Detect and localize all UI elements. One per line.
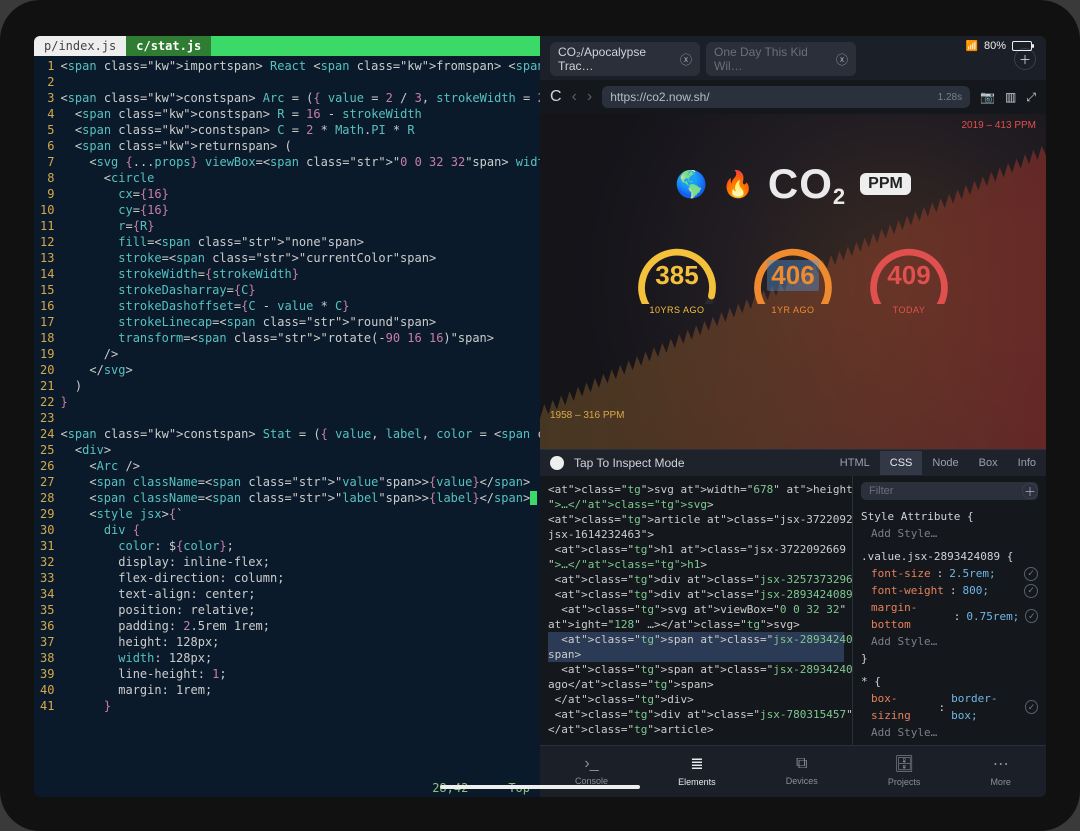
nav-more[interactable]: ⋯More <box>990 754 1011 787</box>
gauge-value: 409 <box>887 260 930 291</box>
styles-pane[interactable]: Filter ＋ Style Attribute {Add Style….val… <box>852 476 1046 745</box>
code-lines[interactable]: <span class="kw">importspan> React <span… <box>60 58 540 775</box>
battery-percent: 80% <box>984 40 1006 52</box>
url-actions: 📷 ▥ ⤢ <box>980 90 1036 105</box>
code-body[interactable]: 1234567891011121314151617181920212223242… <box>34 56 540 779</box>
inspect-label: Tap To Inspect Mode <box>574 456 685 470</box>
url-bar[interactable]: https://co2.now.sh/ 1.28s <box>602 86 970 108</box>
gauge-label: 10YRS AGO <box>649 305 704 315</box>
inspector-app: CO₂/Apocalypse Trac… ⓧ One Day This Kid … <box>540 36 1046 797</box>
gauges-row: 385 10YRS AGO 406 1YR AGO 409 TODAY <box>540 244 1046 315</box>
url-text: https://co2.now.sh/ <box>610 90 709 104</box>
url-row: C ‹ › https://co2.now.sh/ 1.28s 📷 ▥ ⤢ <box>540 80 1046 114</box>
projects-icon: 🗄 <box>894 754 914 774</box>
tab-index-js[interactable]: p/index.js <box>34 36 126 56</box>
wifi-icon <box>966 40 978 52</box>
line-gutter: 1234567891011121314151617181920212223242… <box>34 58 60 775</box>
browser-tab-inactive[interactable]: One Day This Kid Wil… ⓧ <box>706 42 856 76</box>
devices-icon: ⧉ <box>796 755 807 773</box>
dom-tree[interactable]: <at">class="tg">svg at">width="678" at">… <box>540 476 852 745</box>
nav-console[interactable]: ›_Console <box>575 755 608 786</box>
load-timing: 1.28s <box>938 92 962 103</box>
elements-icon: ≣ <box>690 754 703 774</box>
expand-icon[interactable]: ⤢ <box>1026 90 1036 105</box>
gauge-1yr-ago: 406 1YR AGO <box>749 244 837 315</box>
annotation-bottom-left: 1958 – 316 PPM <box>550 410 625 421</box>
devtab-html[interactable]: HTML <box>830 451 880 475</box>
tab-title: CO₂/Apocalypse Trac… <box>558 45 674 73</box>
devtab-box[interactable]: Box <box>969 451 1008 475</box>
code-editor: p/index.js c/stat.js 1234567891011121314… <box>34 36 540 797</box>
console-icon: ›_ <box>584 755 598 773</box>
devtab-css[interactable]: CSS <box>880 451 923 475</box>
annotation-top-right: 2019 – 413 PPM <box>962 120 1037 131</box>
more-icon: ⋯ <box>993 754 1009 774</box>
ipad-frame: 80% p/index.js c/stat.js 123456789101112… <box>0 0 1080 831</box>
gauge-10yrs-ago: 385 10YRS AGO <box>633 244 721 315</box>
panel-icon[interactable]: ▥ <box>1005 90 1016 105</box>
gauge-label: 1YR AGO <box>771 305 814 315</box>
devtool-tabs: HTMLCSSNodeBoxInfo <box>830 451 1046 475</box>
forward-button[interactable]: › <box>587 88 592 106</box>
browser-tab-active[interactable]: CO₂/Apocalypse Trac… ⓧ <box>550 42 700 76</box>
editor-tabs: p/index.js c/stat.js <box>34 36 540 56</box>
gauge-label: TODAY <box>893 305 926 315</box>
status-bar: 80% <box>966 40 1032 52</box>
co2-sub: 2 <box>833 184 846 209</box>
inspect-bar: Tap To Inspect Mode HTMLCSSNodeBoxInfo <box>540 449 1046 476</box>
nav-projects[interactable]: 🗄Projects <box>888 754 921 787</box>
bottom-nav: ›_Console ≣Elements ⧉Devices 🗄Projects ⋯More <box>540 745 1046 797</box>
gauge-today: 409 TODAY <box>865 244 953 315</box>
tab-title: One Day This Kid Wil… <box>714 45 830 73</box>
nav-elements[interactable]: ≣Elements <box>678 754 716 787</box>
close-icon[interactable]: ⓧ <box>836 51 848 68</box>
inspect-toggle[interactable] <box>550 456 564 470</box>
back-button[interactable]: ‹ <box>572 88 577 106</box>
camera-icon[interactable]: 📷 <box>980 90 995 105</box>
devtab-node[interactable]: Node <box>922 451 968 475</box>
battery-icon <box>1012 41 1032 51</box>
reload-button[interactable]: C <box>550 88 562 106</box>
styles-filter[interactable]: Filter <box>861 482 1038 500</box>
page-preview[interactable]: 2019 – 413 PPM 1958 – 316 PPM 🌎 🔥 CO2 PP… <box>540 114 1046 449</box>
home-indicator[interactable] <box>440 785 640 789</box>
screen: 80% p/index.js c/stat.js 123456789101112… <box>34 36 1046 797</box>
nav-devices[interactable]: ⧉Devices <box>786 755 818 786</box>
gauge-value: 385 <box>655 260 698 291</box>
close-icon[interactable]: ⓧ <box>680 51 692 68</box>
tab-stat-js[interactable]: c/stat.js <box>126 36 211 56</box>
devtools: <at">class="tg">svg at">width="678" at">… <box>540 476 1046 745</box>
add-rule-button[interactable]: ＋ <box>1022 483 1038 499</box>
tab-strip <box>211 36 540 56</box>
devtab-info[interactable]: Info <box>1008 451 1046 475</box>
gauge-value: 406 <box>767 260 818 291</box>
